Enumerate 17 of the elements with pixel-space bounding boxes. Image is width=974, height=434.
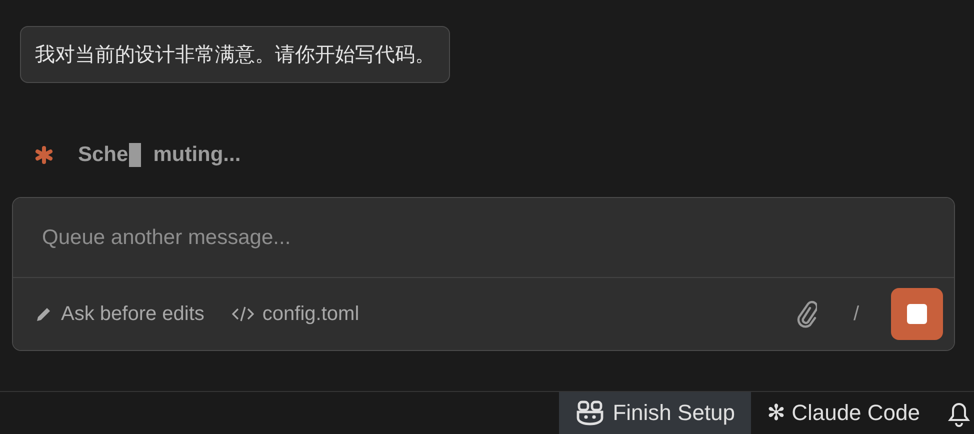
code-icon xyxy=(232,306,254,322)
slash-command-button[interactable]: / xyxy=(849,302,863,326)
robot-icon xyxy=(574,400,605,426)
status-bar-item[interactable]: ✻ Claude Code xyxy=(751,392,936,434)
mode-button[interactable]: Ask before edits xyxy=(35,302,204,326)
stop-icon xyxy=(907,304,927,324)
asterisk-icon xyxy=(34,145,54,165)
status-text: Sche xyxy=(78,143,128,167)
file-button[interactable]: config.toml xyxy=(232,302,360,326)
status-text: muting... xyxy=(153,143,241,167)
stop-button[interactable] xyxy=(891,288,943,340)
status-bar-item[interactable]: Finish Setup xyxy=(558,392,752,434)
paperclip-icon xyxy=(795,300,818,328)
user-message: 我对当前的设计非常满意。请你开始写代码。 xyxy=(20,26,450,83)
pencil-icon xyxy=(35,305,53,323)
message-input[interactable]: Queue another message... xyxy=(13,198,954,278)
text-cursor xyxy=(129,143,142,167)
